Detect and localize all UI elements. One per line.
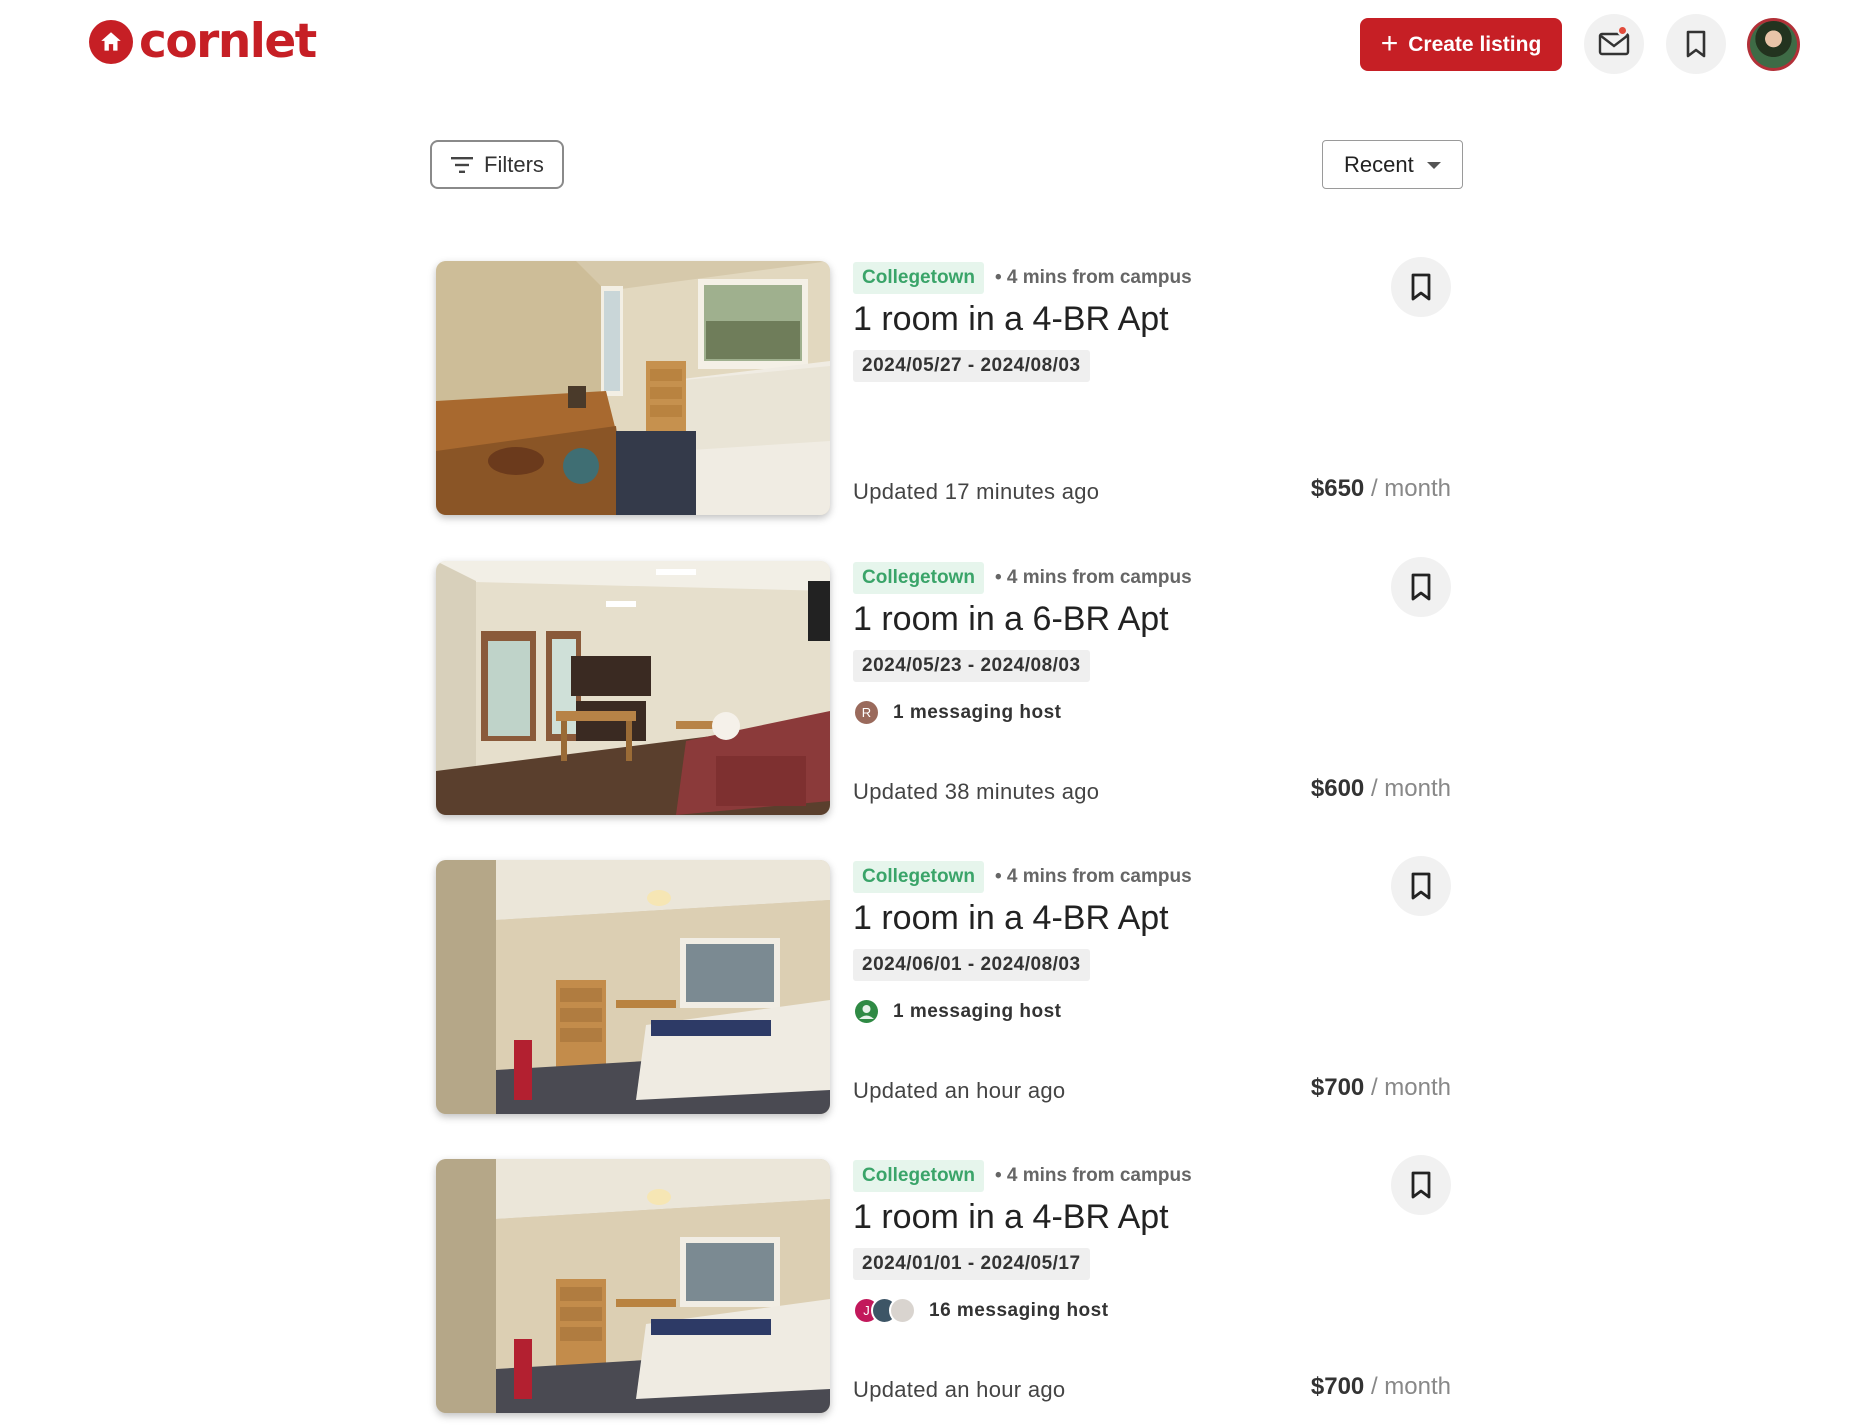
listing-price: $650 / month xyxy=(1310,475,1451,502)
updated-text: Updated an hour ago xyxy=(853,1078,1066,1103)
listing-photo[interactable] xyxy=(436,1159,830,1413)
bookmark-icon xyxy=(1411,273,1431,301)
listing-title[interactable]: 1 room in a 4-BR Apt xyxy=(853,899,1169,938)
messaging-host-count: 1 messaging host xyxy=(893,701,1062,723)
listing-card[interactable]: Collegetown • 4 mins from campus 1 room … xyxy=(436,257,1451,515)
host-avatar xyxy=(853,998,880,1025)
brand-name: cornlet xyxy=(139,14,317,69)
date-range: 2024/06/01 - 2024/08/03 xyxy=(853,949,1090,981)
listing-card[interactable]: Collegetown • 4 mins from campus 1 room … xyxy=(436,557,1451,815)
home-logo-icon xyxy=(89,20,133,64)
listing-card[interactable]: Collegetown • 4 mins from campus 1 room … xyxy=(436,856,1451,1114)
saved-listings-button[interactable] xyxy=(1666,14,1726,74)
neighborhood-tag[interactable]: Collegetown xyxy=(853,861,984,893)
listing-card[interactable]: Collegetown • 4 mins from campus 1 room … xyxy=(436,1155,1451,1413)
bookmark-icon xyxy=(1411,1171,1431,1199)
host-avatar: R xyxy=(853,699,880,726)
messaging-host-count: 1 messaging host xyxy=(893,1000,1062,1022)
messaging-hosts: R 1 messaging host xyxy=(853,699,1062,726)
listing-title[interactable]: 1 room in a 4-BR Apt xyxy=(853,300,1169,339)
filter-icon xyxy=(451,156,474,173)
unread-dot xyxy=(1617,25,1628,36)
neighborhood-tag[interactable]: Collegetown xyxy=(853,562,984,594)
filters-label: Filters xyxy=(484,151,544,177)
host-avatar xyxy=(889,1297,916,1324)
listing-price: $600 / month xyxy=(1310,775,1451,802)
listing-title[interactable]: 1 room in a 6-BR Apt xyxy=(853,600,1169,639)
filters-button[interactable]: Filters xyxy=(430,140,564,189)
listing-title[interactable]: 1 room in a 4-BR Apt xyxy=(853,1198,1169,1237)
messaging-hosts: J 16 messaging host xyxy=(853,1297,1109,1324)
save-listing-button[interactable] xyxy=(1391,557,1451,617)
create-listing-label: Create listing xyxy=(1408,32,1542,56)
listing-price: $700 / month xyxy=(1310,1373,1451,1400)
save-listing-button[interactable] xyxy=(1391,1155,1451,1215)
messaging-host-count: 16 messaging host xyxy=(929,1299,1109,1321)
listing-price: $700 / month xyxy=(1310,1074,1451,1101)
caret-down-icon xyxy=(1427,162,1441,169)
neighborhood-tag[interactable]: Collegetown xyxy=(853,1160,984,1192)
save-listing-button[interactable] xyxy=(1391,257,1451,317)
date-range: 2024/05/23 - 2024/08/03 xyxy=(853,650,1090,682)
brand-logo[interactable]: cornlet xyxy=(89,14,317,69)
updated-text: Updated an hour ago xyxy=(853,1377,1066,1402)
bookmark-icon xyxy=(1411,872,1431,900)
create-listing-button[interactable]: + Create listing xyxy=(1360,18,1562,71)
user-avatar[interactable] xyxy=(1747,18,1800,71)
plus-icon: + xyxy=(1380,26,1399,60)
listing-photo[interactable] xyxy=(436,261,830,515)
updated-text: Updated 38 minutes ago xyxy=(853,779,1100,804)
listing-photo[interactable] xyxy=(436,860,830,1114)
messaging-hosts: 1 messaging host xyxy=(853,998,1062,1025)
bookmark-icon xyxy=(1411,573,1431,601)
sort-value: Recent xyxy=(1344,151,1414,177)
date-range: 2024/01/01 - 2024/05/17 xyxy=(853,1248,1090,1280)
date-range: 2024/05/27 - 2024/08/03 xyxy=(853,350,1090,382)
neighborhood-tag[interactable]: Collegetown xyxy=(853,262,984,294)
distance-text: • 4 mins from campus xyxy=(994,567,1192,588)
updated-text: Updated 17 minutes ago xyxy=(853,479,1100,504)
sort-dropdown[interactable]: Recent xyxy=(1322,140,1463,189)
listing-photo[interactable] xyxy=(436,561,830,815)
distance-text: • 4 mins from campus xyxy=(994,1165,1192,1186)
person-icon xyxy=(855,1000,878,1023)
distance-text: • 4 mins from campus xyxy=(994,267,1192,288)
distance-text: • 4 mins from campus xyxy=(994,866,1192,887)
messages-button[interactable] xyxy=(1584,14,1644,74)
save-listing-button[interactable] xyxy=(1391,856,1451,916)
bookmark-icon xyxy=(1686,30,1706,58)
